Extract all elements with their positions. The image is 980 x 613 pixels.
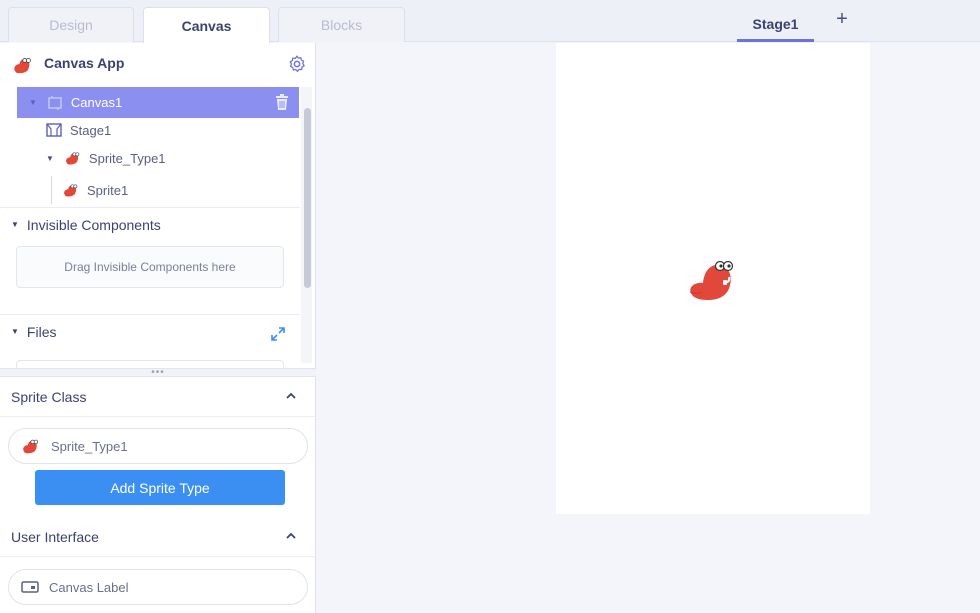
invisible-components-title: Invisible Components — [26, 216, 161, 233]
caret-down-icon[interactable]: ▼ — [11, 327, 19, 336]
panel-splitter[interactable]: ••• — [0, 367, 316, 378]
sprite-type-label: Sprite_Type1 — [51, 438, 128, 454]
chevron-up-icon[interactable] — [286, 391, 296, 401]
tab-stage1[interactable]: Stage1 — [737, 8, 814, 42]
tree-item-canvas1[interactable]: ▼ Canvas1 — [17, 87, 299, 118]
chevron-up-icon[interactable] — [286, 531, 296, 541]
canvas-icon — [48, 95, 62, 110]
user-interface-title: User Interface — [11, 528, 99, 545]
sprite-type-item[interactable]: Sprite_Type1 — [8, 428, 308, 464]
sprite-icon — [65, 152, 80, 165]
caret-down-icon[interactable]: ▼ — [11, 220, 19, 229]
tab-blocks[interactable]: Blocks — [278, 7, 405, 42]
sprite-class-header[interactable]: Sprite Class — [0, 377, 315, 417]
trash-icon[interactable] — [275, 94, 289, 110]
add-stage-button[interactable]: + — [830, 6, 854, 32]
canvas-label-item[interactable]: Canvas Label — [8, 569, 308, 605]
label-icon — [21, 581, 39, 593]
sprite1-on-stage[interactable] — [688, 258, 738, 302]
expand-icon[interactable] — [270, 326, 286, 342]
sprite-icon — [23, 439, 39, 454]
add-sprite-type-button[interactable]: Add Sprite Type — [35, 470, 285, 505]
files-header[interactable]: ▼ Files — [0, 314, 300, 348]
gear-icon[interactable] — [287, 54, 307, 74]
tree-label-canvas1: Canvas1 — [70, 95, 123, 110]
components-panel: Canvas App ▼ Canvas1 Stage1 ▼ Sprite_Typ… — [0, 43, 316, 368]
invisible-drop-zone[interactable]: Drag Invisible Components here — [16, 246, 284, 288]
sprite-class-title: Sprite Class — [11, 388, 87, 405]
sprite-icon — [64, 184, 78, 197]
sprite-icon — [14, 58, 31, 74]
tree-item-sprite1[interactable]: Sprite1 — [62, 176, 128, 204]
tree-connector — [51, 176, 52, 204]
stage-icon — [46, 123, 62, 137]
app-header: Canvas App — [0, 43, 315, 85]
tree-label-stage1: Stage1 — [70, 122, 112, 138]
tree-item-sprite-type1[interactable]: ▼ Sprite_Type1 — [46, 144, 166, 172]
top-bar: Design Canvas Blocks Stage1 + — [0, 0, 980, 43]
caret-down-icon[interactable]: ▼ — [29, 98, 37, 107]
files-title: Files — [26, 323, 57, 340]
canvas-label-text: Canvas Label — [49, 579, 129, 595]
palette-panel: Sprite Class Sprite_Type1 Add Sprite Typ… — [0, 377, 316, 613]
invisible-components-header[interactable]: ▼ Invisible Components — [0, 207, 300, 241]
app-title: Canvas App — [44, 55, 125, 71]
caret-down-icon[interactable]: ▼ — [46, 154, 54, 163]
user-interface-header[interactable]: User Interface — [0, 517, 315, 557]
files-list — [16, 360, 284, 368]
tab-design[interactable]: Design — [8, 7, 134, 42]
tree-label-sprite-type1: Sprite_Type1 — [88, 150, 166, 166]
tab-canvas[interactable]: Canvas — [143, 7, 270, 43]
scrollbar-thumb[interactable] — [304, 108, 311, 288]
tree-label-sprite1: Sprite1 — [87, 182, 129, 198]
tree-item-stage1[interactable]: Stage1 — [46, 116, 111, 144]
